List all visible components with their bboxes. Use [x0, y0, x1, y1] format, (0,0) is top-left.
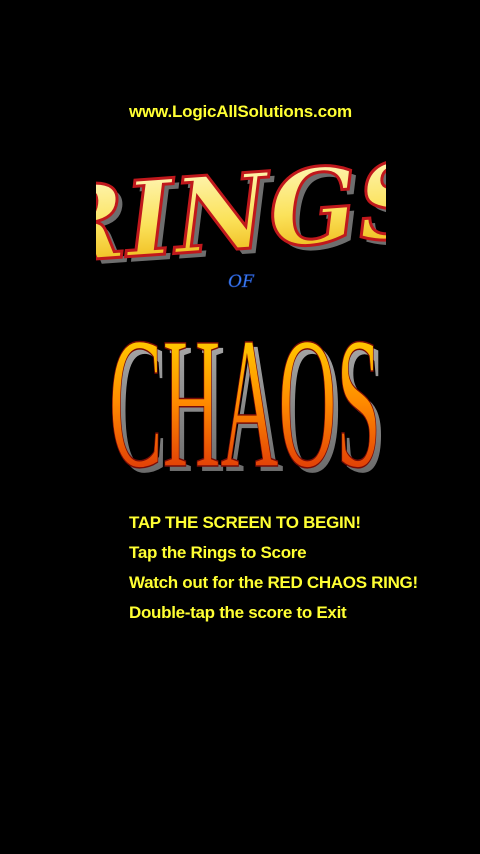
instruction-red-chaos-ring: Watch out for the RED CHAOS RING! [129, 573, 418, 592]
website-url: www.LogicAllSolutions.com [129, 102, 352, 121]
rings-of-chaos-logo: RINGS RINGS OF CHAOS CHAOS [96, 150, 386, 490]
instruction-tap-to-begin: TAP THE SCREEN TO BEGIN! [129, 513, 361, 532]
logo-of-word: OF [228, 272, 255, 292]
instructions-list: TAP THE SCREEN TO BEGIN! Tap the Rings t… [129, 508, 418, 628]
logo-chaos-face: CHAOS [109, 298, 381, 490]
logo-chaos-word: CHAOS CHAOS [108, 297, 386, 490]
game-title-screen[interactable]: www.LogicAllSolutions.com RINGS RINGS OF… [0, 0, 480, 854]
instruction-double-tap-exit: Double-tap the score to Exit [129, 603, 347, 622]
instruction-tap-rings: Tap the Rings to Score [129, 543, 307, 562]
